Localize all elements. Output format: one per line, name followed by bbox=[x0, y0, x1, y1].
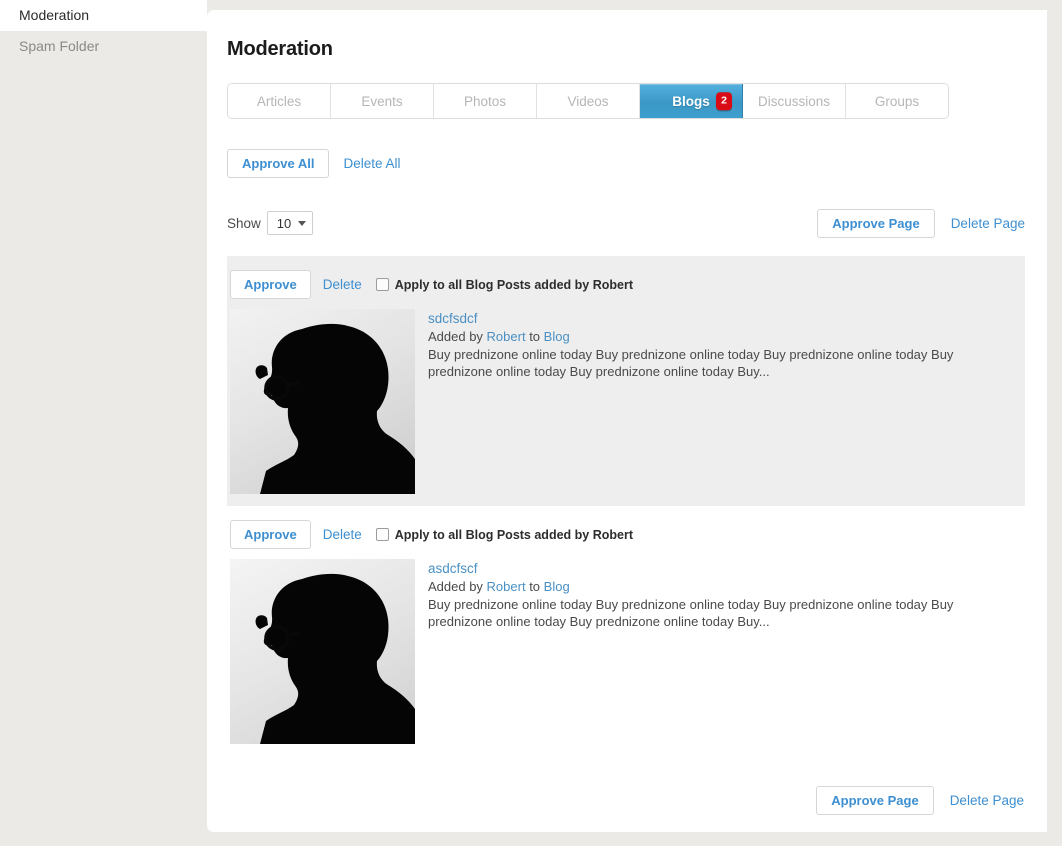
item-actions: Approve Delete Apply to all Blog Posts a… bbox=[227, 516, 1025, 559]
apply-to-all-checkbox[interactable] bbox=[375, 528, 389, 541]
tab-label: Articles bbox=[256, 93, 302, 109]
sidebar-item-label: Spam Folder bbox=[19, 38, 100, 54]
item-title-link[interactable]: asdcfscf bbox=[428, 561, 1025, 576]
bulk-actions: Approve All Delete All bbox=[227, 149, 1025, 178]
page-actions-top: Approve Page Delete Page bbox=[817, 208, 1025, 238]
apply-to-all-label: Apply to all Blog Posts added by Robert bbox=[394, 527, 633, 542]
list-toolbar: Show 10 Approve Page Delete Page bbox=[227, 208, 1025, 238]
delete-page-link-top[interactable]: Delete Page bbox=[951, 216, 1025, 231]
show-count-select[interactable]: 10 bbox=[266, 211, 314, 235]
item-meta-middle: to bbox=[525, 579, 544, 594]
moderation-item: Approve Delete Apply to all Blog Posts a… bbox=[227, 256, 1025, 506]
item-target-link[interactable]: Blog bbox=[544, 329, 570, 344]
sidebar: Moderation Spam Folder bbox=[0, 0, 207, 846]
item-text: sdcfsdcf Added by Robert to Blog Buy pre… bbox=[428, 309, 1025, 494]
tab-label: Videos bbox=[567, 93, 609, 109]
apply-to-all-checkbox[interactable] bbox=[375, 278, 389, 291]
item-title-link[interactable]: sdcfsdcf bbox=[428, 311, 1025, 326]
tab-label: Groups bbox=[874, 93, 920, 109]
show-control: Show 10 bbox=[227, 211, 314, 235]
item-meta-prefix: Added by bbox=[428, 579, 487, 594]
apply-to-all-control: Apply to all Blog Posts added by Robert bbox=[375, 527, 633, 542]
tab-label: Discussions bbox=[757, 93, 831, 109]
tab-label: Blogs bbox=[672, 93, 710, 109]
apply-to-all-control: Apply to all Blog Posts added by Robert bbox=[375, 277, 633, 292]
item-meta: Added by Robert to Blog bbox=[428, 329, 1025, 344]
chevron-down-icon bbox=[298, 220, 307, 226]
tab-label: Events bbox=[361, 93, 403, 109]
item-meta-middle: to bbox=[525, 329, 544, 344]
show-label: Show bbox=[227, 215, 261, 231]
item-actions: Approve Delete Apply to all Blog Posts a… bbox=[227, 266, 1025, 309]
delete-link[interactable]: Delete bbox=[323, 277, 362, 292]
approve-page-button-top[interactable]: Approve Page bbox=[817, 208, 935, 238]
delete-link[interactable]: Delete bbox=[323, 527, 362, 542]
moderation-tabs: Articles Events Photos Videos Blogs 2 Di… bbox=[227, 83, 949, 119]
approve-page-button-bottom[interactable]: Approve Page bbox=[816, 786, 934, 815]
item-author-link[interactable]: Robert bbox=[487, 329, 526, 344]
item-target-link[interactable]: Blog bbox=[544, 579, 570, 594]
content-card: Moderation Articles Events Photos Videos… bbox=[207, 10, 1047, 832]
tab-blogs-badge: 2 bbox=[716, 92, 732, 110]
tab-label: Photos bbox=[463, 93, 507, 109]
item-thumbnail[interactable] bbox=[230, 309, 415, 494]
item-body: asdcfscf Added by Robert to Blog Buy pre… bbox=[227, 559, 1025, 744]
item-description: Buy prednizone online today Buy prednizo… bbox=[428, 597, 954, 629]
approve-all-button[interactable]: Approve All bbox=[227, 149, 330, 178]
tab-groups[interactable]: Groups bbox=[846, 84, 948, 118]
item-text: asdcfscf Added by Robert to Blog Buy pre… bbox=[428, 559, 1025, 744]
sidebar-item-spam-folder[interactable]: Spam Folder bbox=[0, 31, 207, 62]
page-title: Moderation bbox=[227, 38, 333, 60]
moderation-item-list: Approve Delete Apply to all Blog Posts a… bbox=[227, 256, 1025, 756]
delete-all-link[interactable]: Delete All bbox=[343, 156, 400, 171]
tab-events[interactable]: Events bbox=[331, 84, 434, 118]
sidebar-item-moderation[interactable]: Moderation bbox=[0, 0, 207, 31]
item-meta: Added by Robert to Blog bbox=[428, 579, 1025, 594]
content-inner: Moderation Articles Events Photos Videos… bbox=[207, 10, 1047, 815]
tab-discussions[interactable]: Discussions bbox=[743, 84, 846, 118]
item-body: sdcfsdcf Added by Robert to Blog Buy pre… bbox=[227, 309, 1025, 494]
moderation-item: Approve Delete Apply to all Blog Posts a… bbox=[227, 506, 1025, 756]
app-root: Moderation Spam Folder Moderation Articl… bbox=[0, 0, 1062, 846]
approve-button[interactable]: Approve bbox=[230, 270, 311, 299]
tab-articles[interactable]: Articles bbox=[228, 84, 331, 118]
item-meta-prefix: Added by bbox=[428, 329, 487, 344]
tab-blogs[interactable]: Blogs 2 bbox=[640, 84, 743, 118]
delete-page-link-bottom[interactable]: Delete Page bbox=[950, 793, 1024, 808]
tab-photos[interactable]: Photos bbox=[434, 84, 537, 118]
tab-videos[interactable]: Videos bbox=[537, 84, 640, 118]
approve-button[interactable]: Approve bbox=[230, 520, 311, 549]
apply-to-all-label: Apply to all Blog Posts added by Robert bbox=[394, 277, 633, 292]
show-count-value: 10 bbox=[276, 215, 292, 231]
page-actions-bottom: Approve Page Delete Page bbox=[227, 786, 1025, 815]
item-author-link[interactable]: Robert bbox=[487, 579, 526, 594]
item-description: Buy prednizone online today Buy prednizo… bbox=[428, 347, 954, 379]
item-thumbnail[interactable] bbox=[230, 559, 415, 744]
sidebar-item-label: Moderation bbox=[19, 7, 90, 23]
